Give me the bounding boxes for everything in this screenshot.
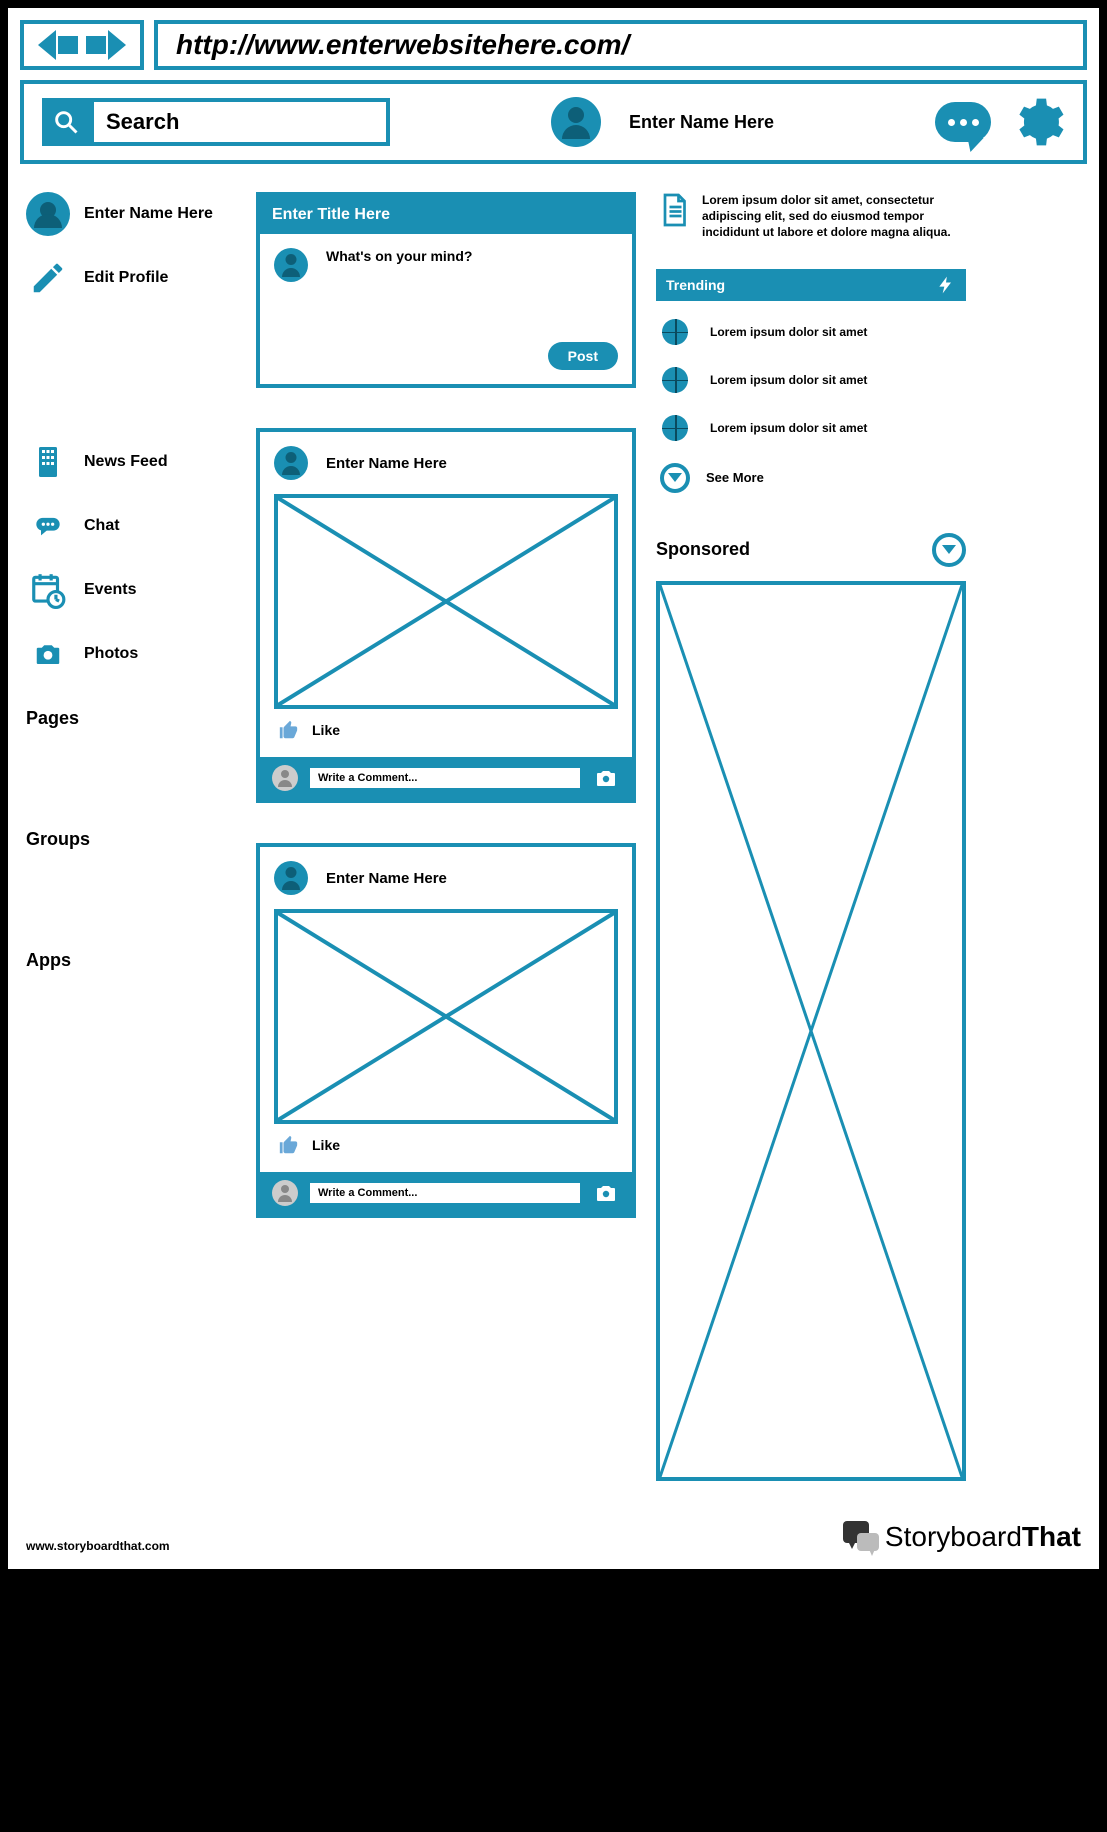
body-grid: Enter Name Here Edit Profile News Feed — [20, 182, 1087, 1511]
post-author-name: Enter Name Here — [326, 870, 447, 887]
globe-icon — [662, 367, 688, 393]
trending-label: Trending — [666, 277, 725, 293]
search-icon[interactable] — [42, 98, 90, 146]
globe-icon — [662, 319, 688, 345]
url-bar[interactable]: http://www.enterwebsitehere.com/ — [154, 20, 1087, 70]
nav-arrows — [20, 20, 144, 70]
sponsored-header: Sponsored — [656, 533, 966, 567]
comment-bar: Write a Comment... — [260, 757, 632, 799]
back-arrow-icon[interactable] — [38, 30, 78, 60]
sidebar-edit-profile[interactable]: Edit Profile — [26, 256, 236, 300]
sidebar-profile-name: Enter Name Here — [84, 205, 213, 223]
header-username: Enter Name Here — [629, 112, 774, 133]
news-text: Lorem ipsum dolor sit amet, consectetur … — [702, 192, 966, 241]
nav-label: Chat — [84, 517, 120, 535]
trend-text: Lorem ipsum dolor sit amet — [710, 373, 867, 387]
avatar-icon — [274, 446, 308, 480]
sidebar-section-groups[interactable]: Groups — [26, 829, 236, 850]
comment-input[interactable]: Write a Comment... — [310, 1183, 580, 1203]
sidebar-item-newsfeed[interactable]: News Feed — [26, 440, 236, 484]
sponsored-image-placeholder — [656, 581, 966, 1481]
trend-text: Lorem ipsum dolor sit amet — [710, 421, 867, 435]
see-more-button[interactable]: See More — [656, 463, 966, 493]
like-button[interactable]: Like — [274, 709, 618, 751]
document-icon — [656, 192, 692, 228]
settings-gear-icon[interactable] — [1009, 94, 1065, 150]
calendar-clock-icon — [26, 568, 70, 612]
compose-avatar-icon — [274, 248, 308, 282]
forward-arrow-icon[interactable] — [86, 30, 126, 60]
image-placeholder — [274, 494, 618, 709]
search-input[interactable]: Search — [90, 98, 390, 146]
feed-post: Enter Name Here Like Write a Comment... — [256, 843, 636, 1218]
pencil-icon — [26, 256, 70, 300]
sidebar-item-photos[interactable]: Photos — [26, 632, 236, 676]
building-icon — [26, 440, 70, 484]
thumbs-up-icon — [278, 1134, 300, 1156]
see-more-label: See More — [706, 470, 764, 485]
compose-panel: Enter Title Here What's on your mind? Po… — [256, 192, 636, 388]
caret-down-icon — [660, 463, 690, 493]
feed-post: Enter Name Here Like Write a Comment... — [256, 428, 636, 803]
comment-avatar-icon — [272, 1180, 298, 1206]
trending-item[interactable]: Lorem ipsum dolor sit amet — [656, 367, 966, 393]
header-bar: Search Enter Name Here — [20, 80, 1087, 164]
chat-dots-icon — [26, 504, 70, 548]
post-button[interactable]: Post — [548, 342, 618, 370]
comment-avatar-icon — [272, 765, 298, 791]
url-row: http://www.enterwebsitehere.com/ — [20, 20, 1087, 70]
post-author-row[interactable]: Enter Name Here — [274, 861, 618, 895]
comment-bar: Write a Comment... — [260, 1172, 632, 1214]
avatar-icon — [26, 192, 70, 236]
footer-url: www.storyboardthat.com — [26, 1539, 170, 1553]
news-block: Lorem ipsum dolor sit amet, consectetur … — [656, 192, 966, 241]
trending-item[interactable]: Lorem ipsum dolor sit amet — [656, 415, 966, 441]
trending-item[interactable]: Lorem ipsum dolor sit amet — [656, 319, 966, 345]
sidebar-item-chat[interactable]: Chat — [26, 504, 236, 548]
browser-frame: http://www.enterwebsitehere.com/ Search … — [0, 0, 1107, 1577]
comment-input[interactable]: Write a Comment... — [310, 768, 580, 788]
like-label: Like — [312, 722, 340, 738]
image-placeholder — [274, 909, 618, 1124]
caret-down-icon[interactable] — [932, 533, 966, 567]
camera-icon[interactable] — [592, 766, 620, 790]
compose-title: Enter Title Here — [260, 196, 632, 234]
search-container: Search — [42, 98, 390, 146]
feed-column: Enter Title Here What's on your mind? Po… — [256, 192, 636, 1481]
like-label: Like — [312, 1137, 340, 1153]
sidebar-section-pages[interactable]: Pages — [26, 708, 236, 729]
nav-label: News Feed — [84, 453, 168, 471]
speech-bubbles-icon — [843, 1521, 879, 1553]
header-avatar-icon[interactable] — [551, 97, 601, 147]
left-sidebar: Enter Name Here Edit Profile News Feed — [26, 192, 236, 1481]
footer: www.storyboardthat.com StoryboardThat — [20, 1511, 1087, 1557]
globe-icon — [662, 415, 688, 441]
sponsored-label: Sponsored — [656, 539, 750, 560]
nav-label: Photos — [84, 645, 138, 663]
post-author-row[interactable]: Enter Name Here — [274, 446, 618, 480]
avatar-icon — [274, 861, 308, 895]
sidebar-section-apps[interactable]: Apps — [26, 950, 236, 971]
like-button[interactable]: Like — [274, 1124, 618, 1166]
messages-icon[interactable] — [935, 102, 991, 142]
compose-prompt[interactable]: What's on your mind? — [326, 248, 472, 264]
camera-icon — [26, 632, 70, 676]
sidebar-profile[interactable]: Enter Name Here — [26, 192, 236, 236]
brand-logo: StoryboardThat — [843, 1521, 1081, 1553]
sidebar-item-events[interactable]: Events — [26, 568, 236, 612]
sidebar-edit-label: Edit Profile — [84, 269, 168, 287]
post-author-name: Enter Name Here — [326, 455, 447, 472]
trend-text: Lorem ipsum dolor sit amet — [710, 325, 867, 339]
thumbs-up-icon — [278, 719, 300, 741]
lightning-icon — [936, 275, 956, 295]
camera-icon[interactable] — [592, 1181, 620, 1205]
trending-header: Trending — [656, 269, 966, 301]
nav-label: Events — [84, 581, 136, 599]
right-sidebar: Lorem ipsum dolor sit amet, consectetur … — [656, 192, 966, 1481]
